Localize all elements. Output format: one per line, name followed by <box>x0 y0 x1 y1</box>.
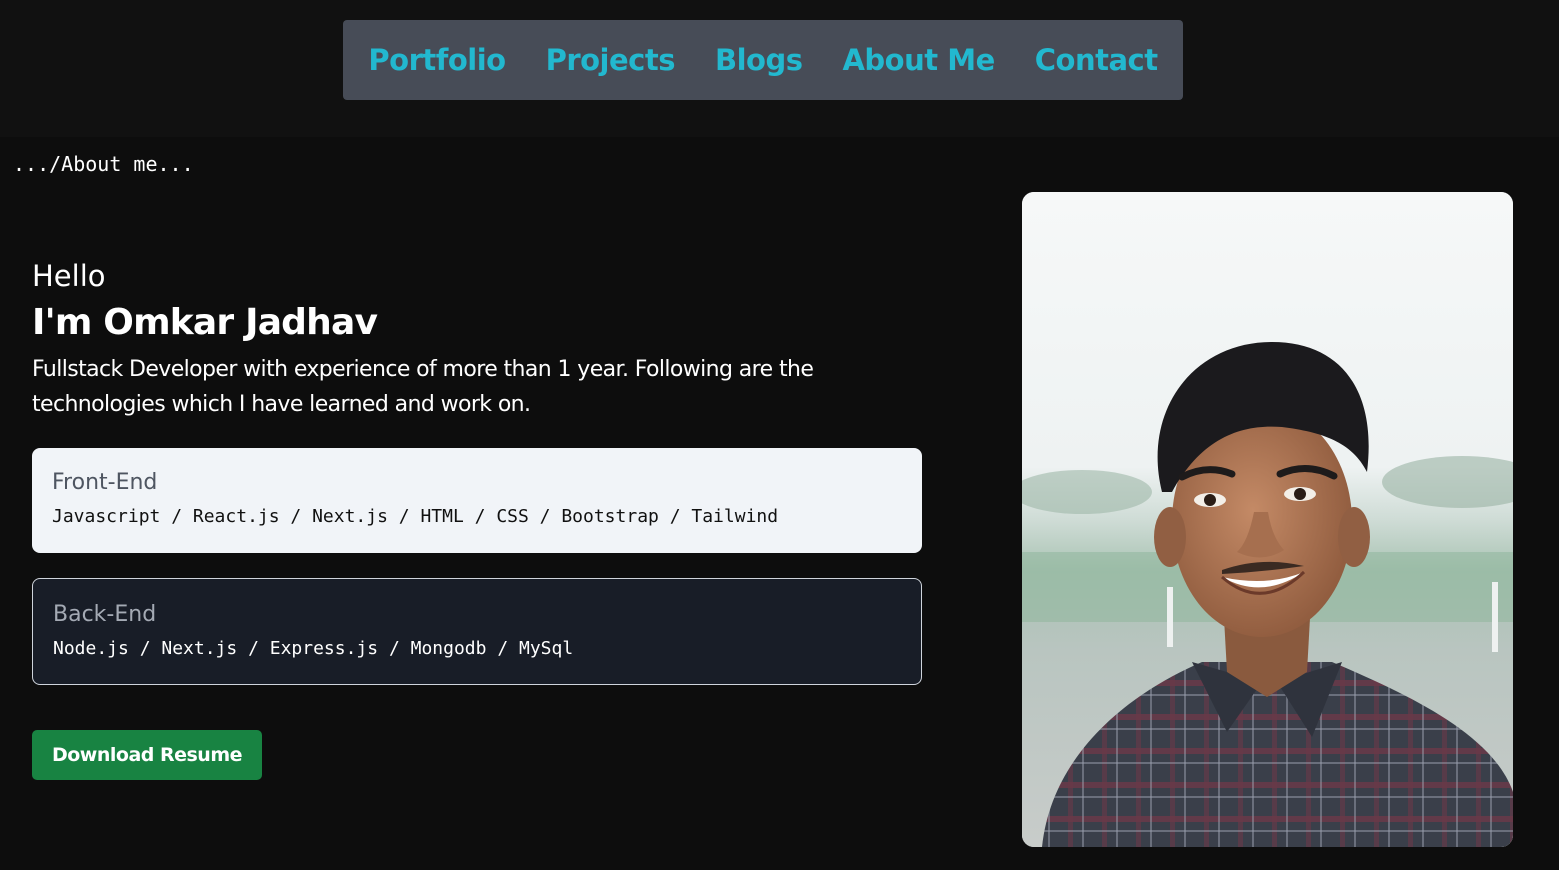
backend-skills-card: Back-End Node.js / Next.js / Express.js … <box>32 578 922 685</box>
frontend-skills-card: Front-End Javascript / React.js / Next.j… <box>32 448 922 553</box>
nav-link-blogs[interactable]: Blogs <box>715 43 803 77</box>
main-navbar: Portfolio Projects Blogs About Me Contac… <box>343 20 1183 100</box>
breadcrumb: .../About me... <box>13 152 194 176</box>
download-resume-button[interactable]: Download Resume <box>32 730 262 780</box>
nav-link-projects[interactable]: Projects <box>546 43 676 77</box>
backend-card-title: Back-End <box>53 602 157 627</box>
nav-link-contact[interactable]: Contact <box>1035 43 1158 77</box>
nav-link-about-me[interactable]: About Me <box>842 43 995 77</box>
frontend-card-title: Front-End <box>52 470 158 495</box>
nav-link-portfolio[interactable]: Portfolio <box>368 43 506 77</box>
backend-tech-list: Node.js / Next.js / Express.js / Mongodb… <box>53 638 574 659</box>
page-title: I'm Omkar Jadhav <box>32 302 378 343</box>
intro-paragraph: Fullstack Developer with experience of m… <box>32 357 814 417</box>
profile-photo <box>1022 192 1513 847</box>
frontend-tech-list: Javascript / React.js / Next.js / HTML /… <box>52 506 779 527</box>
greeting-text: Hello <box>32 259 106 293</box>
